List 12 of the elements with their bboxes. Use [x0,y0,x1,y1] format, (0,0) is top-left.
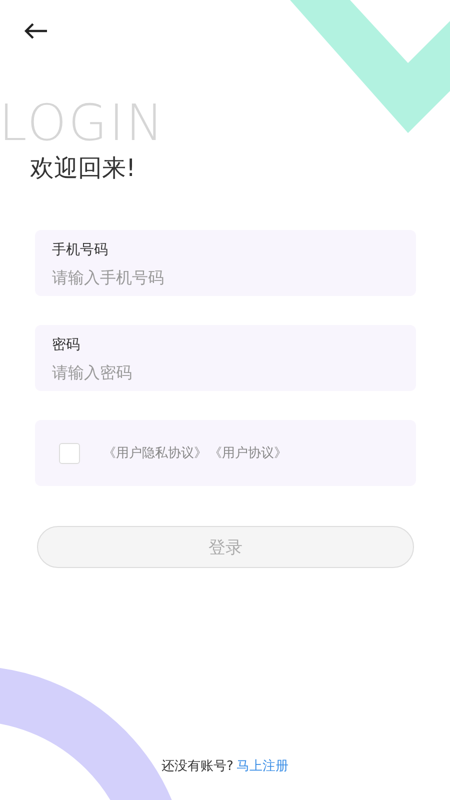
password-field[interactable]: 密码 请输入密码 [35,325,416,391]
register-link[interactable]: 马上注册 [236,757,288,775]
field-label: 手机号码 [52,241,109,259]
phone-input[interactable]: 请输入手机号码 [52,268,399,287]
agreement-checkbox[interactable] [59,442,80,464]
password-input[interactable]: 请输入密码 [52,363,399,382]
agreement-link[interactable]: 《用户协议》 [209,444,287,462]
field-label: 密码 [52,336,81,354]
phone-field[interactable]: 手机号码 请输入手机号码 [35,230,416,296]
agreement-link[interactable]: 《用户隐私协议》 [103,444,207,462]
no-account-text: 还没有账号? [162,758,234,775]
welcome-title: 欢迎回来! [30,154,136,182]
